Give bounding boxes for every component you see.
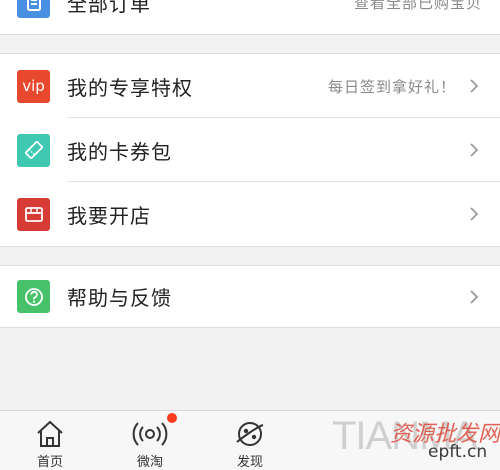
home-icon <box>37 420 63 447</box>
tab-discover[interactable]: 发现 <box>215 411 285 470</box>
vip-icon-text: vip <box>22 77 45 95</box>
menu-item-vip[interactable]: vip 我的专享特权 每日签到拿好礼！ <box>0 54 500 118</box>
chevron-right-icon <box>470 289 479 304</box>
menu-item-coupons[interactable]: 我的卡券包 <box>0 118 500 182</box>
menu-group-2: 帮助与反馈 <box>0 265 500 328</box>
broadcast-icon <box>132 422 168 446</box>
menu-item-vip-hint: 每日签到拿好礼！ <box>327 77 456 96</box>
orders-icon <box>17 0 50 18</box>
orders-group: 全部订单 查看全部已购宝贝 <box>0 0 500 35</box>
store-icon <box>17 197 50 231</box>
chevron-right-icon <box>470 143 479 157</box>
tab-home-label: 首页 <box>36 455 63 470</box>
all-orders-label: 全部订单 <box>67 0 151 16</box>
tab-weitao-label: 微淘 <box>136 455 163 470</box>
watermark: TIANMA 资源批发网 epft.cn <box>330 408 500 469</box>
menu-group-1: vip 我的专享特权 每日签到拿好礼！ 我的卡券包 我要开店 <box>0 53 500 247</box>
tab-discover-label: 发现 <box>236 455 263 470</box>
help-icon <box>17 280 50 313</box>
watermark-text-url: epft.cn <box>428 442 488 462</box>
ticket-icon <box>17 133 50 167</box>
notification-badge <box>167 413 177 423</box>
menu-item-open-store[interactable]: 我要开店 <box>0 182 500 246</box>
discover-icon <box>236 422 264 446</box>
chevron-right-icon <box>470 79 479 93</box>
tab-home[interactable]: 首页 <box>15 411 85 470</box>
menu-item-help-label: 帮助与反馈 <box>67 286 172 310</box>
menu-item-vip-label: 我的专享特权 <box>67 75 193 100</box>
all-orders-hint: 查看全部已购宝贝 <box>353 0 482 12</box>
all-orders-row[interactable]: 全部订单 查看全部已购宝贝 <box>0 0 500 34</box>
tab-weitao[interactable]: 微淘 <box>115 411 185 470</box>
menu-item-help[interactable]: 帮助与反馈 <box>0 266 500 327</box>
vip-icon: vip <box>17 69 50 103</box>
menu-item-coupons-label: 我的卡券包 <box>67 139 172 164</box>
menu-item-open-store-label: 我要开店 <box>67 203 151 228</box>
chevron-right-icon <box>470 207 479 221</box>
